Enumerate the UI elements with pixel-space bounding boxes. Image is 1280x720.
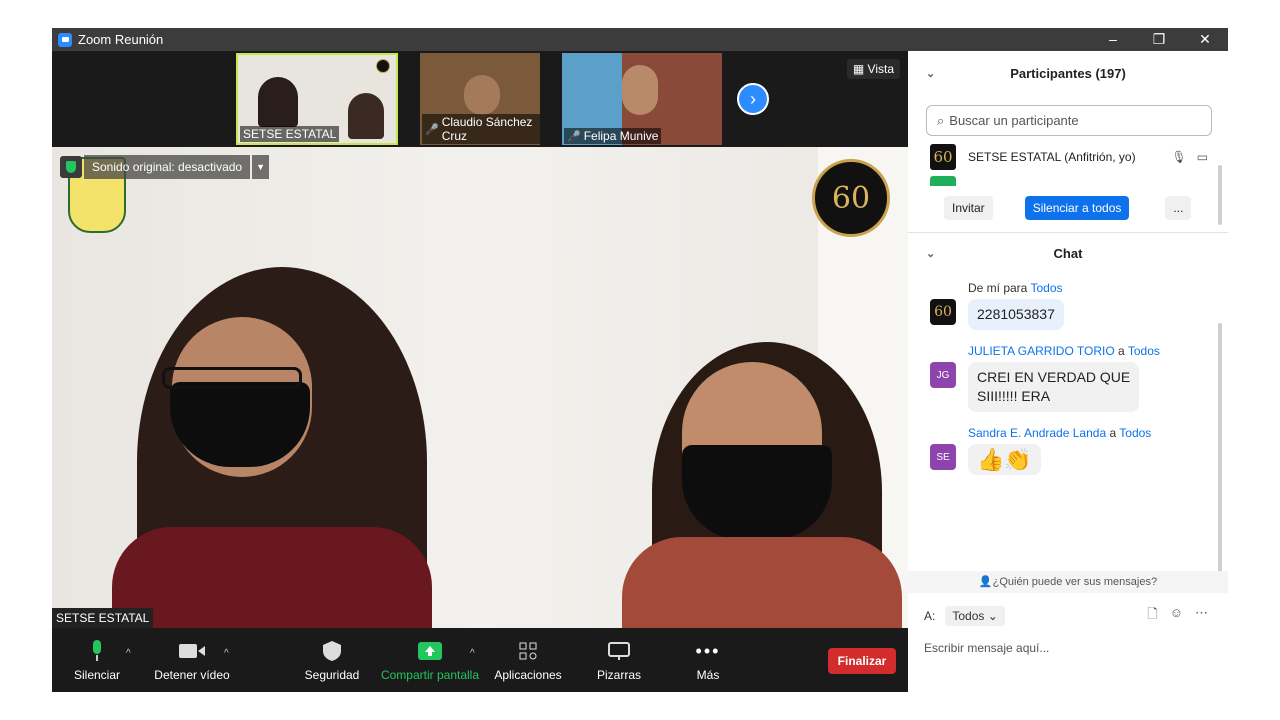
end-meeting-button[interactable]: Finalizar: [828, 648, 896, 674]
participants-scrollbar[interactable]: [1218, 165, 1222, 225]
window-title: Zoom Reunión: [78, 32, 164, 47]
invite-button[interactable]: Invitar: [944, 196, 993, 220]
message-meta: JULIETA GARRIDO TORIO a Todos: [968, 344, 1160, 358]
thumbnail-name: 🎤 Felipa Munive: [564, 128, 662, 144]
participants-header: ⌄ Participantes (197): [926, 65, 1126, 81]
more-button[interactable]: ••• Más: [688, 640, 728, 683]
thumbnail-name: SETSE ESTATAL: [240, 126, 340, 142]
thumbnail-name: 🎤 Claudio Sánchez Cruz: [422, 114, 540, 144]
meeting-toolbar: Silenciar ^ Detener vídeo ^ Seguridad Co…: [52, 628, 908, 692]
maximize-button[interactable]: ❐: [1136, 31, 1182, 48]
microphone-icon: [72, 640, 122, 662]
security-button[interactable]: Seguridad: [304, 640, 360, 682]
chevron-right-icon: ›: [750, 88, 756, 109]
anniversary-badge: 60: [812, 159, 890, 237]
mute-all-button[interactable]: Silenciar a todos: [1024, 196, 1130, 220]
message-bubble: CREI EN VERDAD QUE SIII!!!!! ERA: [968, 362, 1140, 412]
shield-icon: [304, 640, 360, 662]
muted-mic-icon: 🎤: [425, 123, 439, 136]
chat-header: ⌄ Chat: [926, 245, 1083, 261]
whiteboard-button[interactable]: Pizarras: [592, 640, 646, 682]
speaker-name: SETSE ESTATAL: [52, 608, 154, 628]
privacy-hint[interactable]: 👤¿Quién puede ver sus mensajes?: [908, 571, 1228, 593]
more-dots-icon[interactable]: ⋯: [1195, 605, 1208, 627]
participant-actions: Invitar Silenciar a todos ...: [944, 196, 1228, 220]
message-meta: De mí para Todos: [968, 281, 1063, 295]
avatar: [930, 176, 956, 186]
view-button[interactable]: ▦ Vista: [846, 59, 900, 79]
original-sound-banner: Sonido original: desactivado ▼: [60, 155, 270, 179]
chat-message-input[interactable]: Escribir mensaje aquí...: [924, 641, 1228, 655]
next-page-button[interactable]: ›: [737, 83, 769, 115]
chat-message: SE Sandra E. Andrade Landa a Todos 👍👏: [930, 426, 1228, 475]
video-camera-icon[interactable]: ▭: [1197, 150, 1208, 164]
window-controls: – ❐ ✕: [1090, 31, 1228, 48]
microphone-icon[interactable]: 🎙: [1171, 150, 1186, 164]
file-icon[interactable]: 🗋: [1147, 605, 1157, 627]
thumbnail-video[interactable]: 🎤 Claudio Sánchez Cruz: [420, 53, 540, 145]
thumbnail-video[interactable]: SETSE ESTATAL: [236, 53, 398, 145]
apps-button[interactable]: Aplicaciones: [492, 640, 564, 682]
chat-message: JG JULIETA GARRIDO TORIO a Todos CREI EN…: [930, 344, 1228, 412]
avatar: 60: [930, 299, 956, 325]
chat-message: 60 De mí para Todos 2281053837: [930, 281, 1228, 330]
message-meta: Sandra E. Andrade Landa a Todos: [968, 426, 1152, 440]
chevron-down-icon[interactable]: ⌄: [926, 247, 935, 260]
share-screen-icon: [378, 640, 482, 662]
stop-video-button[interactable]: Detener vídeo: [152, 640, 232, 682]
title-bar: Zoom Reunión – ❐ ✕: [52, 28, 1228, 51]
message-bubble: 2281053837: [968, 299, 1064, 330]
mute-button[interactable]: Silenciar: [72, 640, 122, 682]
chevron-down-icon[interactable]: ⌄: [926, 67, 935, 80]
side-panel: ⌄ Participantes (197) ⌕ Buscar un partic…: [908, 51, 1228, 692]
video-options-caret[interactable]: ^: [224, 648, 229, 659]
avatar: JG: [930, 362, 956, 388]
grid-icon: ▦: [852, 62, 868, 76]
main-video: Sonido original: desactivado ▼ 60 SETSE …: [52, 147, 908, 628]
whiteboard-icon: [592, 640, 646, 662]
message-bubble: 👍👏: [968, 444, 1041, 475]
avatar: SE: [930, 444, 956, 470]
participant-row[interactable]: 60 SETSE ESTATAL (Anfitrión, yo) 🎙 ▭: [930, 142, 1228, 172]
zoom-window: Zoom Reunión – ❐ ✕ SETSE ESTATAL 🎤 Claudi…: [52, 28, 1228, 692]
avatar: 60: [930, 144, 956, 170]
share-options-caret[interactable]: ^: [470, 648, 475, 659]
apps-icon: [492, 640, 564, 662]
zoom-logo-icon: [58, 32, 72, 47]
mute-options-caret[interactable]: ^: [126, 648, 131, 659]
recipient-select[interactable]: Todos ⌄: [945, 606, 1005, 626]
share-screen-button[interactable]: Compartir pantalla: [378, 640, 482, 682]
muted-mic-icon: 🎤: [567, 130, 581, 143]
chat-compose: A: Todos ⌄ 🗋 ☺ ⋯ Escribir mensaje aquí..…: [908, 605, 1228, 655]
chevron-down-icon[interactable]: ▼: [252, 155, 270, 179]
participant-search-input[interactable]: ⌕ Buscar un participante: [926, 105, 1212, 136]
search-icon: ⌕: [937, 112, 945, 128]
thumbnail-video[interactable]: 🎤 Felipa Munive: [562, 53, 722, 145]
more-options-button[interactable]: ...: [1165, 196, 1192, 220]
more-dots-icon: •••: [695, 640, 721, 661]
emoji-icon[interactable]: ☺: [1170, 605, 1183, 627]
person-icon: 👤: [978, 576, 993, 588]
close-button[interactable]: ✕: [1182, 31, 1228, 48]
chat-scrollbar[interactable]: [1218, 323, 1222, 573]
minimize-button[interactable]: –: [1090, 31, 1136, 48]
video-camera-icon: [152, 640, 232, 662]
shield-icon: [60, 156, 82, 178]
thumbnail-strip: SETSE ESTATAL 🎤 Claudio Sánchez Cruz 🎤 Fel…: [52, 51, 908, 147]
video-area: SETSE ESTATAL 🎤 Claudio Sánchez Cruz 🎤 Fel…: [52, 51, 908, 692]
